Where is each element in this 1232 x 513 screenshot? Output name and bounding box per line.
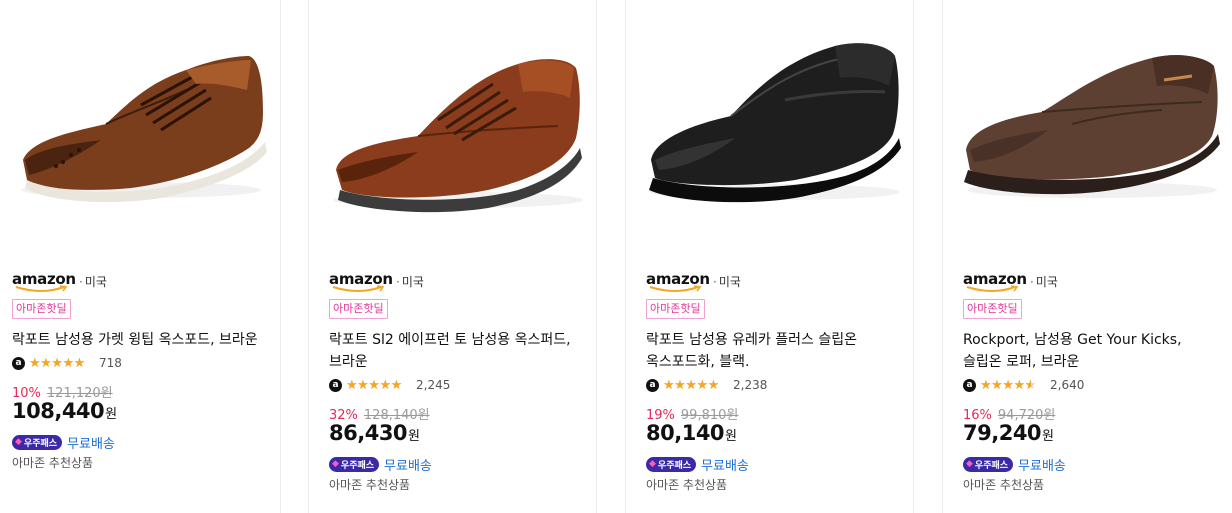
- discount-row: 19% 99,810원: [646, 404, 900, 423]
- amazon-logo: amazon: [646, 270, 710, 292]
- pass-badge: ◆ 우주패스: [963, 456, 1014, 472]
- recommendation-label: 아마존 추천상품: [12, 456, 94, 470]
- sale-price: 86,430: [329, 421, 408, 445]
- star-rating: ★★★★★ ★★★★★: [663, 377, 719, 393]
- star-rating: ★★★★★ ★★★★★: [346, 377, 402, 393]
- pass-badge: ◆ 우주패스: [12, 434, 63, 450]
- free-shipping-label: 무료배송: [67, 436, 115, 452]
- discount-row: 16% 94,720원: [963, 404, 1218, 423]
- amazon-smile-icon: [332, 285, 385, 292]
- price-row: 80,140원: [646, 421, 900, 449]
- product-card[interactable]: amazon 미국 아마존핫딜 Rockport, 남성용 Get Your K…: [942, 0, 1232, 513]
- amazon-logo: amazon: [329, 270, 393, 292]
- deal-badge: 아마존핫딜: [329, 299, 388, 319]
- rating-row: a ★★★★★ ★★★★★ 718: [12, 354, 267, 372]
- discount-row: 10% 121,120원: [12, 382, 267, 401]
- rocket-icon: ◆: [966, 459, 973, 469]
- shipping-row: ◆ 우주패스 무료배송: [329, 455, 583, 474]
- amazon-logo: amazon: [12, 270, 76, 292]
- shipping-row: ◆ 우주패스 무료배송: [12, 433, 267, 452]
- product-image[interactable]: [308, 20, 597, 220]
- seller-row: amazon 미국: [12, 270, 267, 292]
- rocket-icon: ◆: [649, 459, 656, 469]
- shoe-image-icon: [20, 56, 267, 203]
- shoe-image-icon: [332, 59, 583, 213]
- free-shipping-label: 무료배송: [701, 458, 749, 474]
- shipping-row: ◆ 우주패스 무료배송: [646, 455, 900, 474]
- price-row: 108,440원: [12, 399, 267, 427]
- amazon-a-icon: a: [646, 378, 659, 392]
- country-label: 미국: [1030, 273, 1058, 290]
- amazon-smile-icon: [649, 285, 702, 292]
- currency-unit: 원: [1042, 429, 1055, 444]
- price-row: 79,240원: [963, 421, 1218, 449]
- pass-badge: ◆ 우주패스: [329, 456, 380, 472]
- country-label: 미국: [79, 273, 107, 290]
- price-row: 86,430원: [329, 421, 583, 449]
- pass-badge: ◆ 우주패스: [646, 456, 697, 472]
- amazon-logo: amazon: [963, 270, 1027, 292]
- product-title[interactable]: Rockport, 남성용 Get Your Kicks, 슬립온 로퍼, 브라…: [963, 329, 1218, 373]
- amazon-a-icon: a: [963, 378, 976, 392]
- shipping-row: ◆ 우주패스 무료배송: [963, 455, 1218, 474]
- sale-price: 108,440: [12, 399, 105, 423]
- recommendation-label: 아마존 추천상품: [329, 478, 411, 492]
- product-image[interactable]: [0, 20, 281, 220]
- rating-row: a ★★★★★ ★★★★★ 2,640: [963, 376, 1218, 394]
- deal-badge: 아마존핫딜: [646, 299, 705, 319]
- discount-row: 32% 128,140원: [329, 404, 583, 423]
- product-title[interactable]: 락포트 남성용 가렛 윙팁 옥스포드, 브라운: [12, 329, 267, 351]
- review-count: 2,238: [733, 378, 768, 392]
- shoe-image-icon: [648, 43, 901, 203]
- rocket-icon: ◆: [15, 437, 22, 447]
- product-image[interactable]: [942, 20, 1232, 220]
- country-label: 미국: [713, 273, 741, 290]
- amazon-smile-icon: [15, 285, 68, 292]
- rating-row: a ★★★★★ ★★★★★ 2,238: [646, 376, 900, 394]
- sale-price: 80,140: [646, 421, 725, 445]
- recommendation-label: 아마존 추천상품: [963, 478, 1045, 492]
- rating-row: a ★★★★★ ★★★★★ 2,245: [329, 376, 583, 394]
- seller-row: amazon 미국: [646, 270, 900, 292]
- recommendation-label: 아마존 추천상품: [646, 478, 728, 492]
- product-title[interactable]: 락포트 Sl2 에이프런 토 남성용 옥스퍼드, 브라운: [329, 329, 583, 373]
- shoe-image-icon: [964, 55, 1220, 198]
- product-grid: amazon 미국 아마존핫딜 락포트 남성용 가렛 윙팁 옥스포드, 브라운 …: [0, 0, 1232, 513]
- amazon-a-icon: a: [12, 356, 25, 370]
- product-card[interactable]: amazon 미국 아마존핫딜 락포트 남성용 가렛 윙팁 옥스포드, 브라운 …: [0, 0, 281, 513]
- star-rating: ★★★★★ ★★★★★: [29, 355, 85, 371]
- amazon-smile-icon: [966, 285, 1019, 292]
- sale-price: 79,240: [963, 421, 1042, 445]
- review-count: 2,245: [416, 378, 451, 392]
- product-card[interactable]: amazon 미국 아마존핫딜 락포트 Sl2 에이프런 토 남성용 옥스퍼드,…: [308, 0, 597, 513]
- currency-unit: 원: [105, 407, 118, 422]
- amazon-a-icon: a: [329, 378, 342, 392]
- deal-badge: 아마존핫딜: [12, 299, 71, 319]
- country-label: 미국: [396, 273, 424, 290]
- star-rating: ★★★★★ ★★★★★: [980, 377, 1036, 393]
- product-image[interactable]: [625, 20, 914, 220]
- product-card[interactable]: amazon 미국 아마존핫딜 락포트 남성용 유레카 플러스 슬립온 옥스포드…: [625, 0, 914, 513]
- free-shipping-label: 무료배송: [384, 458, 432, 474]
- deal-badge: 아마존핫딜: [963, 299, 1022, 319]
- free-shipping-label: 무료배송: [1018, 458, 1066, 474]
- product-title[interactable]: 락포트 남성용 유레카 플러스 슬립온 옥스포드화, 블랙.: [646, 329, 900, 373]
- review-count: 718: [99, 356, 122, 370]
- review-count: 2,640: [1050, 378, 1085, 392]
- seller-row: amazon 미국: [329, 270, 583, 292]
- rocket-icon: ◆: [332, 459, 339, 469]
- seller-row: amazon 미국: [963, 270, 1218, 292]
- currency-unit: 원: [725, 429, 738, 444]
- currency-unit: 원: [408, 429, 421, 444]
